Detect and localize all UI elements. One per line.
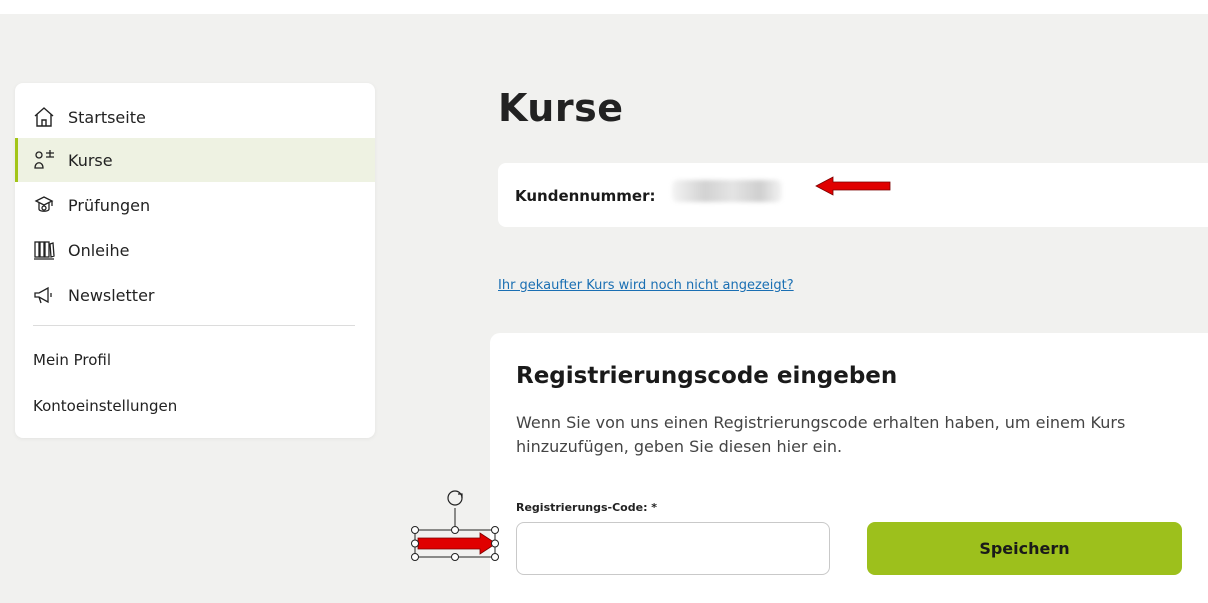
course-icon <box>33 149 55 171</box>
megaphone-icon <box>33 284 55 306</box>
sidebar-item-label: Startseite <box>68 107 146 127</box>
mein-profil-link[interactable]: Mein Profil <box>33 351 111 369</box>
registration-description: Wenn Sie von uns einen Registrierungscod… <box>516 413 1126 456</box>
registration-code-input[interactable] <box>516 522 830 575</box>
sidebar-item-onleihe[interactable]: Onleihe <box>15 228 375 272</box>
library-icon <box>33 239 55 261</box>
sidebar-item-label: Newsletter <box>68 285 155 305</box>
sidebar-item-kurse[interactable]: Kurse <box>15 138 375 182</box>
registration-code-label: Registrierungs-Code: * <box>516 501 658 514</box>
registration-title: Registrierungscode eingeben <box>516 363 898 389</box>
customer-number-value-blurred <box>672 180 782 202</box>
save-button[interactable]: Speichern <box>867 522 1182 575</box>
sidebar-item-startseite[interactable]: Startseite <box>15 95 375 139</box>
course-not-shown-link[interactable]: Ihr gekaufter Kurs wird noch nicht angez… <box>498 278 794 293</box>
home-icon <box>33 106 55 128</box>
sidebar-item-pruefungen[interactable]: Prüfungen <box>15 183 375 227</box>
customer-number-label: Kundennummer: <box>515 187 656 205</box>
sidebar-divider <box>33 325 355 326</box>
sidebar-item-label: Kurse <box>68 150 113 170</box>
sidebar: Startseite Kurse Prüfungen Onleihe Newsl… <box>15 83 375 438</box>
sidebar-item-newsletter[interactable]: Newsletter <box>15 273 375 317</box>
sidebar-item-label: Onleihe <box>68 240 130 260</box>
customer-number-card: Kundennummer: <box>498 163 1208 227</box>
kontoeinstellungen-link[interactable]: Kontoeinstellungen <box>33 397 177 415</box>
registration-card: Registrierungscode eingeben Wenn Sie von… <box>490 333 1208 603</box>
page-title: Kurse <box>498 86 624 130</box>
sidebar-item-label: Prüfungen <box>68 195 151 215</box>
exam-icon <box>33 194 55 216</box>
